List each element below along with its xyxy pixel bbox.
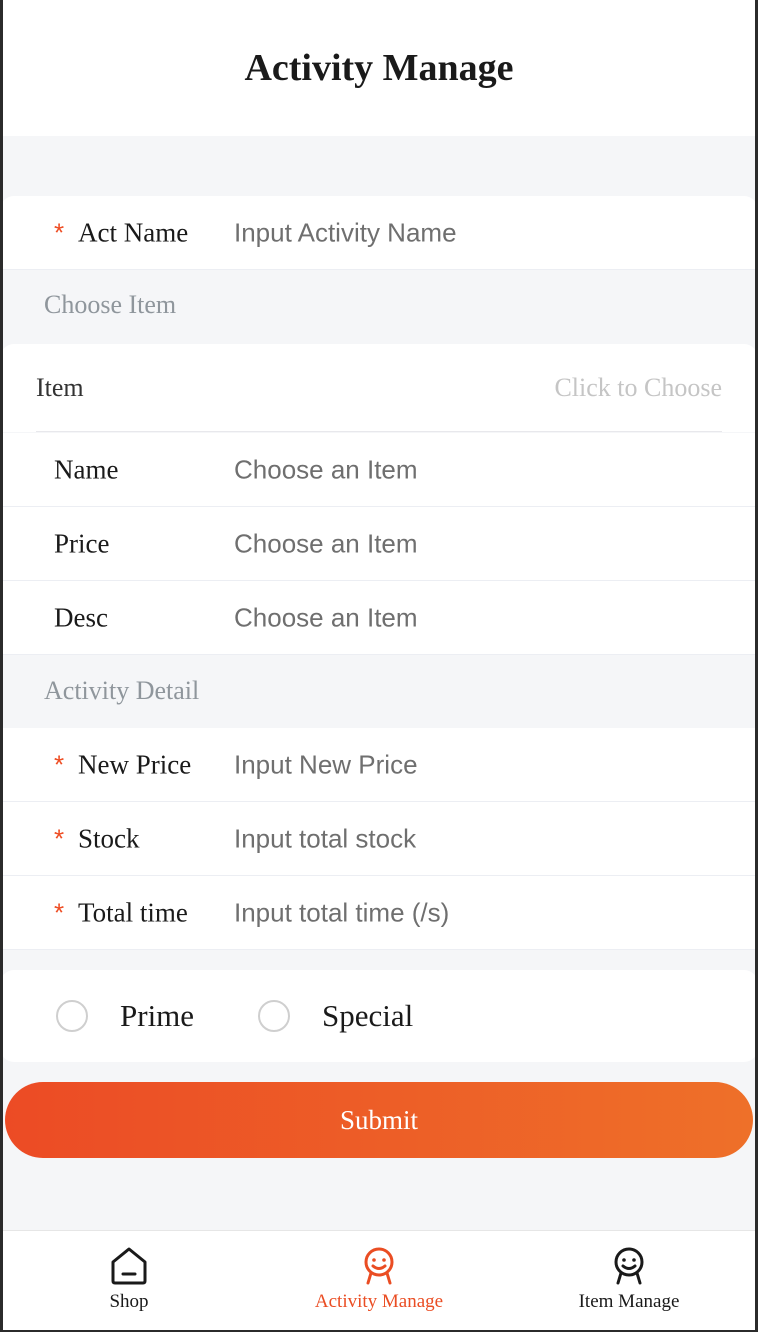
stock-input[interactable] [234, 823, 714, 854]
item-desc-row: Desc [0, 581, 758, 655]
act-name-input[interactable] [234, 217, 714, 248]
header: Activity Manage [0, 0, 758, 136]
radio-special[interactable]: Special [258, 998, 413, 1034]
radio-circle-icon[interactable] [56, 1000, 88, 1032]
radio-prime-label: Prime [120, 998, 195, 1033]
item-smile-icon [614, 1247, 644, 1285]
total-time-row: * Total time [0, 876, 758, 950]
radio-circle-icon[interactable] [258, 1000, 290, 1032]
tab-activity-manage-label: Activity Manage [314, 1291, 444, 1312]
activity-smile-icon [364, 1247, 394, 1285]
total-time-input[interactable] [234, 897, 714, 928]
item-desc-label: Desc [54, 602, 108, 632]
tab-activity-manage[interactable]: Activity Manage [253, 1231, 505, 1331]
required-marker: * [54, 823, 65, 853]
item-chooser-row[interactable]: Item Click to Choose [0, 344, 758, 432]
item-price-label: Price [54, 528, 110, 558]
item-name-label: Name [54, 454, 119, 484]
item-name-input[interactable] [234, 454, 714, 485]
stock-row: * Stock [0, 802, 758, 876]
page-title: Activity Manage [244, 47, 514, 89]
act-name-label: Act Name [78, 217, 189, 247]
bottom-tab-bar: Shop Activity Manage Item Manage [0, 1230, 758, 1332]
activity-type-group: Prime Special [0, 970, 758, 1062]
item-name-row: Name [0, 433, 758, 507]
tab-item-manage-label: Item Manage [578, 1291, 680, 1312]
total-time-label: Total time [78, 897, 188, 927]
section-title-activity-detail: Activity Detail [44, 676, 200, 705]
act-name-row: * Act Name [0, 196, 758, 270]
item-label: Item [36, 373, 84, 402]
radio-special-label: Special [322, 998, 414, 1033]
new-price-row: * New Price [0, 728, 758, 802]
tab-shop[interactable]: Shop [3, 1231, 255, 1331]
submit-button[interactable]: Submit [5, 1082, 753, 1158]
new-price-input[interactable] [234, 749, 714, 780]
required-marker: * [54, 217, 65, 247]
new-price-label: New Price [78, 749, 192, 779]
tab-shop-label: Shop [109, 1291, 149, 1312]
tab-item-manage[interactable]: Item Manage [503, 1231, 755, 1331]
stock-label: Stock [78, 823, 140, 853]
click-to-choose-link[interactable]: Click to Choose [554, 373, 722, 403]
item-price-input[interactable] [234, 528, 714, 559]
item-desc-input[interactable] [234, 602, 714, 633]
home-icon [111, 1247, 147, 1285]
item-price-row: Price [0, 507, 758, 581]
item-divider [36, 431, 722, 432]
section-title-choose-item: Choose Item [44, 290, 177, 319]
required-marker: * [54, 749, 65, 779]
required-marker: * [54, 897, 65, 927]
radio-prime[interactable]: Prime [56, 998, 194, 1034]
